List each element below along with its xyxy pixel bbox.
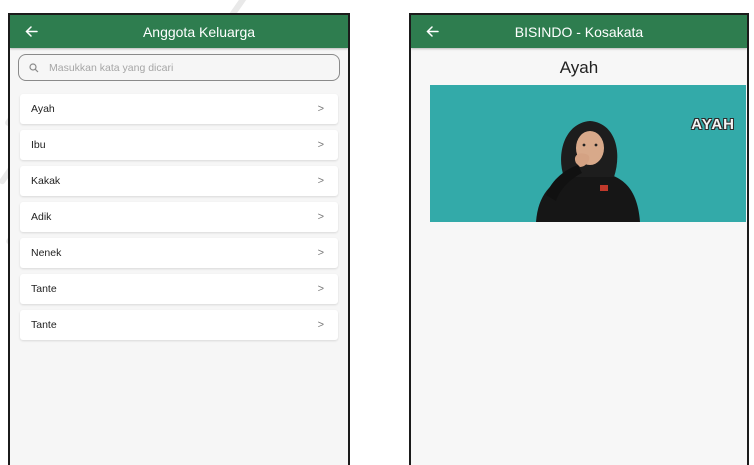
chevron-right-icon: > <box>317 103 324 115</box>
list-item-label: Tante <box>31 319 57 331</box>
chevron-right-icon: > <box>317 211 324 223</box>
list-item[interactable]: Tante > <box>20 310 338 340</box>
chevron-right-icon: > <box>317 247 324 259</box>
list-item-label: Ayah <box>31 103 55 115</box>
vocabulary-word: Ayah <box>559 58 599 77</box>
chevron-right-icon: > <box>317 319 324 331</box>
back-button[interactable] <box>421 15 443 48</box>
back-button[interactable] <box>20 15 42 48</box>
sign-video[interactable]: AYAH <box>430 85 746 222</box>
search-input[interactable] <box>47 60 301 75</box>
arrow-left-icon <box>24 26 38 37</box>
list-item-label: Ibu <box>31 139 46 151</box>
list-item[interactable]: Tante > <box>20 274 338 304</box>
word-list: Ayah > Ibu > Kakak > Adik > Nenek > Tant… <box>10 94 348 340</box>
list-item-label: Adik <box>31 211 52 223</box>
chevron-right-icon: > <box>317 283 324 295</box>
list-item[interactable]: Kakak > <box>20 166 338 196</box>
chevron-right-icon: > <box>317 139 324 151</box>
search-icon <box>29 62 39 72</box>
phone-screen-vocabulary-detail: BISINDO - Kosakata Ayah AYAH <box>409 13 749 465</box>
page-title: Anggota Keluarga <box>142 23 256 40</box>
page-title: BISINDO - Kosakata <box>514 23 644 40</box>
list-item[interactable]: Ayah > <box>20 94 338 124</box>
list-item-label: Kakak <box>31 175 61 187</box>
list-item[interactable]: Ibu > <box>20 130 338 160</box>
video-overlay-text: AYAH <box>691 116 735 133</box>
arrow-left-icon <box>425 26 439 37</box>
chevron-right-icon: > <box>317 175 324 187</box>
list-item[interactable]: Nenek > <box>20 238 338 268</box>
app-bar: BISINDO - Kosakata <box>411 15 747 48</box>
app-bar: Anggota Keluarga <box>10 15 348 48</box>
list-item-label: Nenek <box>31 247 62 259</box>
signer-illustration <box>536 121 640 222</box>
list-item-label: Tante <box>31 283 57 295</box>
search-bar[interactable] <box>18 54 340 81</box>
phone-screen-word-list: Anggota Keluarga Ayah > Ibu > Kakak > Ad… <box>8 13 350 465</box>
list-item[interactable]: Adik > <box>20 202 338 232</box>
